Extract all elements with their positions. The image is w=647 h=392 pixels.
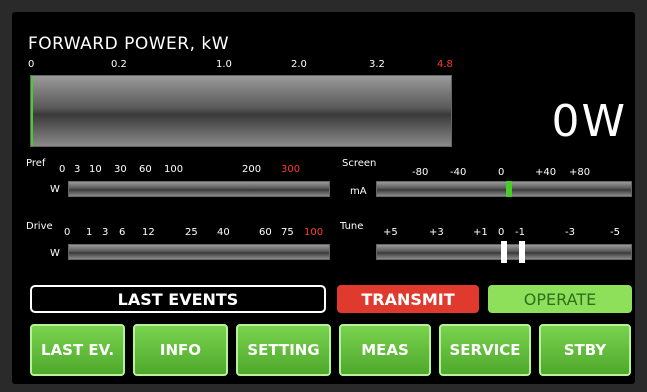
fwd-tick: 0 xyxy=(28,59,35,70)
forward-power-readout: 0W xyxy=(551,96,627,147)
transmit-status: TRANSMIT xyxy=(337,285,479,313)
drive-label: Drive xyxy=(26,221,53,232)
last-events-button[interactable]: LAST EV. xyxy=(30,324,125,376)
tune-tick: -1 xyxy=(515,227,525,238)
meas-button[interactable]: MEAS xyxy=(339,324,431,376)
screen-label: Screen xyxy=(342,158,377,169)
pref-tick: 10 xyxy=(89,164,102,175)
drive-tick: 25 xyxy=(185,227,198,238)
pref-tick: 3 xyxy=(74,164,81,175)
screen-tick: +40 xyxy=(535,167,557,178)
drive-tick: 75 xyxy=(281,227,294,238)
pref-meter xyxy=(68,181,330,197)
last-events-panel[interactable]: LAST EVENTS xyxy=(30,285,326,313)
fwd-tick: 3.2 xyxy=(369,59,385,70)
pref-label: Pref xyxy=(26,158,46,169)
screen-tick: +80 xyxy=(569,167,591,178)
screen-indicator xyxy=(506,181,512,197)
service-button[interactable]: SERVICE xyxy=(439,324,531,376)
tune-indicator xyxy=(501,241,507,263)
drive-tick: 12 xyxy=(142,227,155,238)
drive-tick: 0 xyxy=(64,227,71,238)
drive-tick: 3 xyxy=(102,227,109,238)
tune-tick: +3 xyxy=(429,227,444,238)
drive-tick-max: 100 xyxy=(304,227,324,238)
operate-status: OPERATE xyxy=(488,285,632,313)
forward-power-meter xyxy=(30,75,452,147)
tune-tick: -5 xyxy=(610,227,620,238)
amplifier-display: FORWARD POWER, kW 0 0.2 1.0 2.0 3.2 4.8 … xyxy=(12,12,635,384)
fwd-tick-max: 4.8 xyxy=(437,59,453,70)
fwd-tick: 2.0 xyxy=(291,59,307,70)
pref-tick: 200 xyxy=(242,164,262,175)
pref-tick: 60 xyxy=(139,164,152,175)
tune-label: Tune xyxy=(340,221,364,232)
info-button[interactable]: INFO xyxy=(133,324,228,376)
screen-meter xyxy=(376,181,632,197)
tune-tick: +1 xyxy=(473,227,488,238)
screen-unit: mA xyxy=(350,186,367,197)
tune-meter xyxy=(376,241,632,263)
pref-tick: 0 xyxy=(59,164,66,175)
drive-tick: 1 xyxy=(86,227,93,238)
screen-tick: 0 xyxy=(498,167,505,178)
tune-indicator xyxy=(519,241,525,263)
fwd-tick: 0.2 xyxy=(111,59,127,70)
pref-tick: 30 xyxy=(114,164,127,175)
pref-tick-max: 300 xyxy=(281,164,301,175)
forward-power-level xyxy=(31,76,33,146)
pref-tick: 100 xyxy=(164,164,184,175)
drive-tick: 60 xyxy=(259,227,272,238)
stby-button[interactable]: STBY xyxy=(539,324,631,376)
fwd-tick: 1.0 xyxy=(216,59,232,70)
forward-power-title: FORWARD POWER, kW xyxy=(28,34,230,54)
tune-tick: 0 xyxy=(498,227,505,238)
screen-tick: -80 xyxy=(412,167,429,178)
drive-unit: W xyxy=(50,248,60,259)
tune-tick: -3 xyxy=(565,227,575,238)
setting-button[interactable]: SETTING xyxy=(236,324,331,376)
pref-unit: W xyxy=(50,184,60,195)
tune-tick: +5 xyxy=(383,227,398,238)
drive-tick: 6 xyxy=(119,227,126,238)
screen-tick: -40 xyxy=(450,167,467,178)
drive-meter xyxy=(68,244,330,260)
drive-tick: 40 xyxy=(217,227,230,238)
